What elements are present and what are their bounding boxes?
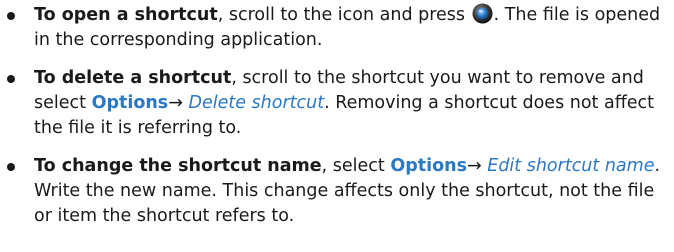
select-key-icon [472,3,493,24]
list-item-open-shortcut: To open a shortcut, scroll to the icon a… [0,3,674,53]
instruction-text: , select [321,156,391,176]
bullet-icon [7,163,15,171]
list-item-text: To delete a shortcut, scroll to the shor… [34,66,674,141]
list-item-delete-shortcut: To delete a shortcut, scroll to the shor… [0,66,674,141]
list-item-text: To change the shortcut name, select Opti… [34,154,674,229]
list-item-text: To open a shortcut, scroll to the icon a… [34,3,674,53]
list-item-change-shortcut-name: To change the shortcut name, select Opti… [0,154,674,229]
instruction-heading: To change the shortcut name [34,156,322,176]
edit-shortcut-name-command: Edit shortcut name [487,156,655,176]
delete-shortcut-command: Delete shortcut [188,93,325,113]
bullet-icon [7,12,15,20]
options-menu-ref: Options [91,93,169,113]
menu-arrow: → [168,93,183,113]
options-menu-ref: Options [390,156,468,176]
bullet-icon [7,75,15,83]
menu-arrow: → [467,156,482,176]
instruction-text: , scroll to the icon and press [217,5,471,25]
instruction-heading: To delete a shortcut [34,68,232,88]
document-page: To open a shortcut, scroll to the icon a… [0,0,674,252]
instruction-heading: To open a shortcut [34,5,218,25]
